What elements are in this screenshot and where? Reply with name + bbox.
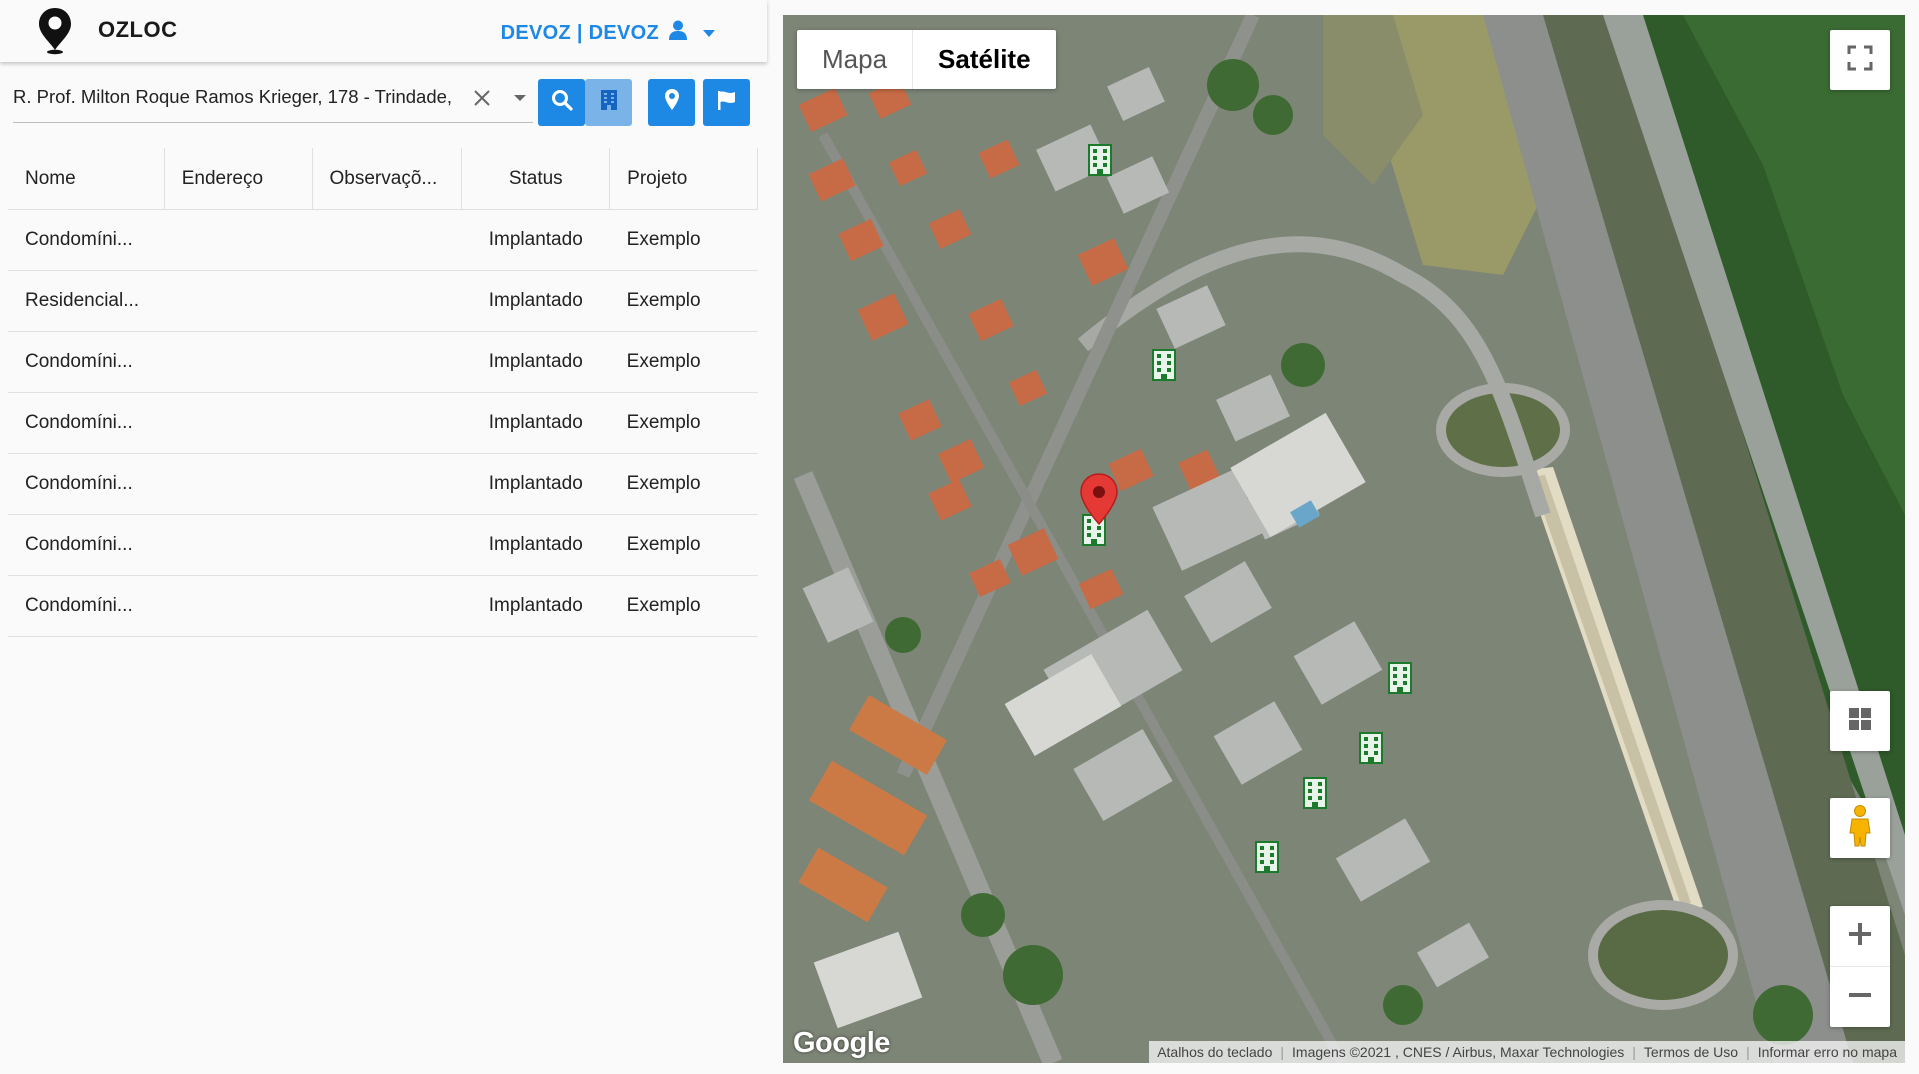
column-header-status[interactable]: Status — [461, 148, 611, 210]
building-marker[interactable] — [1387, 661, 1413, 695]
google-logo: Google — [793, 1027, 890, 1059]
building-marker[interactable] — [1254, 840, 1280, 874]
fullscreen-icon — [1847, 45, 1873, 76]
search-icon — [551, 89, 573, 116]
results-table: Nome Endereço Observaçõ... Status Projet… — [8, 148, 758, 637]
cell-projeto: Exemplo — [609, 514, 758, 576]
satellite-imagery — [783, 15, 1905, 1063]
cell-endereco — [164, 331, 313, 393]
layers-button[interactable] — [1830, 691, 1890, 751]
chevron-down-icon — [703, 29, 715, 37]
table-row[interactable]: Condomíni... Implantado Exemplo — [8, 331, 758, 393]
cell-endereco — [164, 575, 313, 637]
cell-projeto: Exemplo — [609, 209, 758, 271]
map-type-mapa-button[interactable]: Mapa — [797, 30, 914, 89]
imagery-credit: Imagens ©2021 , CNES / Airbus, Maxar Tec… — [1292, 1044, 1625, 1060]
building-icon — [600, 89, 618, 116]
keyboard-shortcuts-link[interactable]: Atalhos do teclado — [1149, 1044, 1280, 1060]
cell-projeto: Exemplo — [609, 331, 758, 393]
user-name: DEVOZ | DEVOZ — [500, 21, 659, 44]
cell-projeto: Exemplo — [609, 270, 758, 332]
map-type-control: Mapa Satélite — [797, 30, 1056, 89]
app-brand: OZLOC — [98, 17, 178, 42]
cell-observacoes — [312, 514, 462, 576]
map-type-satelite-button[interactable]: Satélite — [913, 30, 1056, 89]
cell-status: Implantado — [461, 514, 610, 576]
location-button[interactable] — [648, 79, 695, 126]
cell-status: Implantado — [461, 209, 610, 271]
building-marker[interactable] — [1151, 348, 1177, 382]
cell-projeto: Exemplo — [609, 392, 758, 454]
cell-nome: Condomíni... — [8, 575, 165, 637]
building-marker[interactable] — [1358, 731, 1384, 765]
table-row[interactable]: Condomíni... Implantado Exemplo — [8, 453, 758, 515]
column-header-endereco[interactable]: Endereço — [164, 148, 313, 210]
zoom-in-icon — [1847, 921, 1873, 952]
cell-nome: Condomíni... — [8, 331, 165, 393]
cell-endereco — [164, 209, 313, 271]
cell-endereco — [164, 514, 313, 576]
building-marker[interactable] — [1087, 143, 1113, 177]
cell-nome: Condomíni... — [8, 392, 165, 454]
cell-endereco — [164, 392, 313, 454]
close-icon[interactable] — [471, 87, 493, 109]
column-header-observacoes[interactable]: Observaçõ... — [312, 148, 463, 210]
selected-location-pin-icon[interactable] — [1079, 472, 1119, 528]
cell-status: Implantado — [461, 575, 610, 637]
column-header-nome[interactable]: Nome — [8, 148, 165, 210]
cell-projeto: Exemplo — [609, 453, 758, 515]
zoom-control — [1830, 906, 1890, 1027]
cell-nome: Condomíni... — [8, 514, 165, 576]
table-row[interactable]: Condomíni... Implantado Exemplo — [8, 209, 758, 271]
left-panel: OZLOC DEVOZ | DEVOZ R. Prof. Milton Roqu… — [0, 0, 767, 1074]
cell-endereco — [164, 453, 313, 515]
table-row[interactable]: Residencial... Implantado Exemplo — [8, 270, 758, 332]
column-header-projeto[interactable]: Projeto — [609, 148, 758, 210]
cell-projeto: Exemplo — [609, 575, 758, 637]
cell-observacoes — [312, 392, 462, 454]
location-pin-icon — [664, 88, 680, 117]
cell-observacoes — [312, 575, 462, 637]
fullscreen-button[interactable] — [1830, 30, 1890, 90]
layers-icon — [1848, 707, 1872, 736]
cell-status: Implantado — [461, 331, 610, 393]
street-view-button[interactable] — [1830, 798, 1890, 858]
map-pin-logo-icon — [36, 6, 74, 61]
search-button[interactable] — [538, 79, 585, 126]
address-search-input[interactable] — [13, 86, 467, 108]
flag-icon — [716, 89, 738, 116]
table-header-row: Nome Endereço Observaçõ... Status Projet… — [8, 148, 758, 210]
cell-nome: Condomíni... — [8, 453, 165, 515]
zoom-out-button[interactable] — [1830, 967, 1890, 1027]
cell-endereco — [164, 270, 313, 332]
user-menu[interactable]: DEVOZ | DEVOZ — [501, 20, 715, 46]
cell-status: Implantado — [461, 453, 610, 515]
cell-nome: Residencial... — [8, 270, 165, 332]
cell-status: Implantado — [461, 392, 610, 454]
report-error-link[interactable]: Informar erro no mapa — [1750, 1044, 1905, 1060]
chevron-down-icon[interactable] — [514, 95, 526, 101]
user-icon — [669, 20, 687, 46]
table-row[interactable]: Condomíni... Implantado Exemplo — [8, 514, 758, 576]
table-row[interactable]: Condomíni... Implantado Exemplo — [8, 392, 758, 454]
terms-link[interactable]: Termos de Uso — [1636, 1044, 1746, 1060]
zoom-in-button[interactable] — [1830, 906, 1890, 967]
building-search-button[interactable] — [585, 79, 632, 126]
search-field — [13, 78, 533, 123]
cell-observacoes — [312, 453, 462, 515]
cell-nome: Condomíni... — [8, 209, 165, 271]
top-bar: OZLOC DEVOZ | DEVOZ — [0, 0, 767, 62]
zoom-out-icon — [1847, 982, 1873, 1013]
table-row[interactable]: Condomíni... Implantado Exemplo — [8, 575, 758, 637]
satellite-map[interactable]: Mapa Satélite Google Atalhos do teclado — [783, 15, 1905, 1063]
flag-button[interactable] — [703, 79, 750, 126]
cell-observacoes — [312, 331, 462, 393]
map-attribution: Atalhos do teclado | Imagens ©2021 , CNE… — [1149, 1041, 1905, 1063]
pegman-icon — [1848, 804, 1872, 852]
building-marker[interactable] — [1302, 776, 1328, 810]
cell-observacoes — [312, 209, 462, 271]
cell-observacoes — [312, 270, 462, 332]
cell-status: Implantado — [461, 270, 610, 332]
